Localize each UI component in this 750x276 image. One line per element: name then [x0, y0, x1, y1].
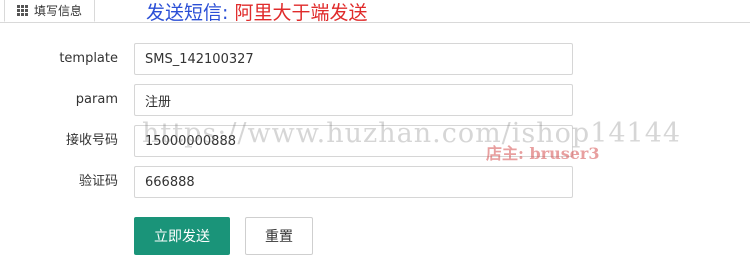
tab-bar: 填写信息 [0, 0, 750, 23]
form-row-phone: 接收号码 [0, 125, 750, 157]
heading-separator: : [222, 2, 235, 24]
tab-fill-info[interactable]: 填写信息 [4, 0, 95, 22]
heading-prefix: 发送短信 [146, 2, 223, 24]
form-row-code: 验证码 [0, 166, 750, 198]
param-input[interactable] [134, 84, 573, 116]
page-heading: 发送短信: 阿里大于端发送 [146, 0, 367, 25]
send-button[interactable]: 立即发送 [134, 217, 230, 255]
reset-button[interactable]: 重置 [245, 217, 313, 255]
template-input[interactable] [134, 43, 573, 75]
code-input[interactable] [134, 166, 573, 198]
form-row-template: template [0, 43, 750, 75]
code-label: 验证码 [78, 174, 118, 189]
grid-icon [17, 5, 30, 16]
phone-label: 接收号码 [65, 133, 118, 148]
phone-input[interactable] [134, 125, 573, 157]
form-row-param: param [0, 84, 750, 116]
param-label: param [75, 92, 118, 107]
heading-provider: 阿里大于端发送 [234, 2, 368, 24]
tab-label: 填写信息 [34, 4, 83, 18]
template-label: template [59, 51, 118, 66]
